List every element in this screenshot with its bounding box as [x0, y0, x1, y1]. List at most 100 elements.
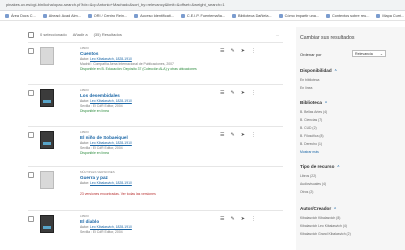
more-options-icon[interactable]: ... — [276, 32, 279, 37]
bookmark-6[interactable]: Cómo impartir una... — [278, 13, 319, 18]
bookmark-favicon-icon — [278, 13, 283, 18]
facet-author-title[interactable]: Autor/Creador ^ — [300, 206, 336, 211]
bookmark-2[interactable]: ORI / Centro Rein... — [87, 13, 127, 18]
record-versions-link[interactable]: 23 versiones encontradas. Ver todas las … — [80, 192, 220, 197]
facet-availability-title[interactable]: Disponibilidad ^ — [300, 68, 337, 73]
record-author[interactable]: Leo Kibalasvich, 1828-1910 — [90, 99, 132, 103]
pin-icon[interactable]: ☰ — [220, 132, 224, 138]
kebab-icon[interactable]: ⋮ — [251, 48, 256, 54]
bookmark-favicon-icon — [134, 13, 139, 18]
facet-item[interactable]: B. CUD (2) — [300, 126, 317, 130]
book-cover-icon — [40, 131, 54, 149]
kebab-icon[interactable]: ⋮ — [251, 216, 256, 222]
bookmark-favicon-icon — [232, 13, 237, 18]
edit-icon[interactable]: ✎ — [230, 132, 234, 138]
url-text[interactable]: pinakes.uv.es/cgi-bin/koha/opac-search.p… — [6, 2, 401, 7]
bookmark-favicon-icon — [5, 13, 9, 18]
record-author[interactable]: Leo Kibalasvich, 1828-1910 — [90, 181, 132, 185]
address-bar[interactable]: pinakes.uv.es/cgi-bin/koha/opac-search.p… — [0, 0, 405, 11]
facet-item[interactable]: Libros (22) — [300, 174, 316, 178]
result-record[interactable]: Libro Cuentos Autor: Leo Kibalasvich, 18… — [28, 42, 283, 82]
results-toolbar: 0 seleccionado Añadir a (35) Resultados … — [28, 27, 283, 42]
facet-item[interactable]: Kibalasvich Leo Kibalasvich (4) — [300, 224, 347, 228]
book-cover-icon — [40, 171, 54, 189]
facet-title-text: Disponibilidad — [300, 68, 332, 73]
bookmark-favicon-icon — [376, 13, 381, 18]
bookmark-0[interactable]: Área Docs C... — [5, 13, 36, 18]
send-icon[interactable]: ➤ — [241, 90, 245, 96]
bookmark-8[interactable]: Mapa Curri... — [376, 13, 405, 18]
bookmark-label: Contextos sobre reu... — [332, 13, 370, 18]
pin-icon[interactable]: ☰ — [220, 48, 224, 54]
bookmark-5[interactable]: Biblioteca Dañiela... — [232, 13, 272, 18]
facets-sidebar: Cambiar sus resultados Ordenar por Relev… — [296, 27, 405, 250]
send-icon[interactable]: ➤ — [241, 132, 245, 138]
facet-item[interactable]: Audiovisuales (4) — [300, 182, 326, 186]
bookmark-favicon-icon — [42, 13, 47, 18]
author-prefix: Autor: — [80, 225, 90, 229]
results-list: 0 seleccionado Añadir a (35) Resultados … — [28, 27, 283, 250]
chevron-down-icon: ⌄ — [379, 52, 383, 56]
order-select[interactable]: Relevancia ⌄ — [352, 50, 386, 57]
record-author[interactable]: Leo Kibalasvich, 1828-1910 — [90, 225, 132, 229]
bookmark-label: Biblioteca Dañiela... — [238, 13, 272, 18]
record-checkbox[interactable] — [28, 48, 34, 54]
kebab-icon[interactable]: ⋮ — [251, 90, 256, 96]
bookmark-label: Mapa Curri... — [382, 13, 405, 18]
facet-item[interactable]: Kibalasvich Kibalasvich (8) — [300, 216, 340, 220]
pin-icon[interactable]: ☰ — [220, 90, 224, 96]
result-record[interactable]: Libro Los desembidales Autor: Leo Kibala… — [28, 84, 283, 124]
facet-item[interactable]: B. Bellas Artes (4) — [300, 110, 327, 114]
kebab-icon[interactable]: ⋮ — [251, 132, 256, 138]
bookmarks-bar: Área Docs C... Ahead: Acad Alm... ORI / … — [0, 11, 405, 21]
record-checkbox[interactable] — [28, 172, 34, 178]
bookmark-label: Acceso Identificati... — [140, 13, 174, 18]
bookmark-favicon-icon — [87, 13, 92, 18]
add-to-button[interactable]: Añadir a — [73, 32, 88, 37]
send-icon[interactable]: ➤ — [241, 48, 245, 54]
record-availability[interactable]: Disponible en línea — [80, 151, 220, 156]
bookmark-favicon-icon — [326, 13, 331, 18]
result-record[interactable]: Libro El niño de Sobaeiquel Autor: Leo K… — [28, 126, 283, 164]
show-more-link[interactable]: Mostrar más — [300, 150, 319, 154]
bookmark-1[interactable]: Ahead: Acad Alm... — [42, 13, 81, 18]
select-all-checkbox[interactable] — [28, 31, 34, 38]
send-icon[interactable]: ➤ — [241, 216, 245, 222]
facet-item[interactable]: B. Derecho (1) — [300, 142, 322, 146]
record-author[interactable]: Leo Kibalasvich, 1828-1910 — [90, 57, 132, 61]
pin-icon[interactable]: ☰ — [220, 216, 224, 222]
bookmark-4[interactable]: C.E.I.P. Fuentemaña... — [180, 13, 226, 18]
chevron-up-icon: ^ — [324, 101, 327, 105]
facet-item[interactable]: En biblioteca — [300, 78, 319, 82]
edit-icon[interactable]: ✎ — [230, 90, 234, 96]
facet-resource-title[interactable]: Tipo de recurso ^ — [300, 164, 339, 169]
results-count: (35) Resultados — [93, 32, 122, 37]
chevron-up-icon: ^ — [334, 69, 337, 73]
facets-heading: Cambiar sus resultados — [300, 35, 355, 41]
facet-item[interactable]: B. Filosófica (8) — [300, 134, 324, 138]
facet-item[interactable]: Otros (2) — [300, 190, 313, 194]
record-checkbox[interactable] — [28, 132, 34, 138]
record-checkbox[interactable] — [28, 216, 34, 222]
result-record[interactable]: Múltiples versiones Guerra y paz Autor: … — [28, 166, 283, 208]
author-prefix: Autor: — [80, 141, 90, 145]
record-availability[interactable]: Disponible en B. Educación: Depósito 37 … — [80, 67, 220, 72]
facet-item[interactable]: B. Ciencias (7) — [300, 118, 322, 122]
chevron-up-icon: ^ — [337, 165, 340, 169]
book-cover-icon — [40, 89, 54, 107]
edit-icon[interactable]: ✎ — [230, 48, 234, 54]
bookmark-3[interactable]: Acceso Identificati... — [134, 13, 174, 18]
facet-item[interactable]: En línea — [300, 86, 312, 90]
record-checkbox[interactable] — [28, 90, 34, 96]
edit-icon[interactable]: ✎ — [230, 216, 234, 222]
record-author[interactable]: Leo Kibalasvich, 1828-1910 — [90, 141, 132, 145]
record-availability[interactable]: Disponible en línea — [80, 109, 220, 114]
author-prefix: Autor: — [80, 181, 90, 185]
order-value: Relevancia — [355, 52, 373, 56]
bookmark-label: C.E.I.P. Fuentemaña... — [186, 13, 226, 18]
facet-library-title[interactable]: Biblioteca ^ — [300, 100, 327, 105]
author-prefix: Autor: — [80, 57, 90, 61]
bookmark-7[interactable]: Contextos sobre reu... — [326, 13, 370, 18]
facet-item[interactable]: Kibalasvich Grand Kibalasvich (2) — [300, 232, 351, 236]
result-record[interactable]: Libro El diablo Autor: Leo Kibalasvich, … — [28, 210, 283, 250]
